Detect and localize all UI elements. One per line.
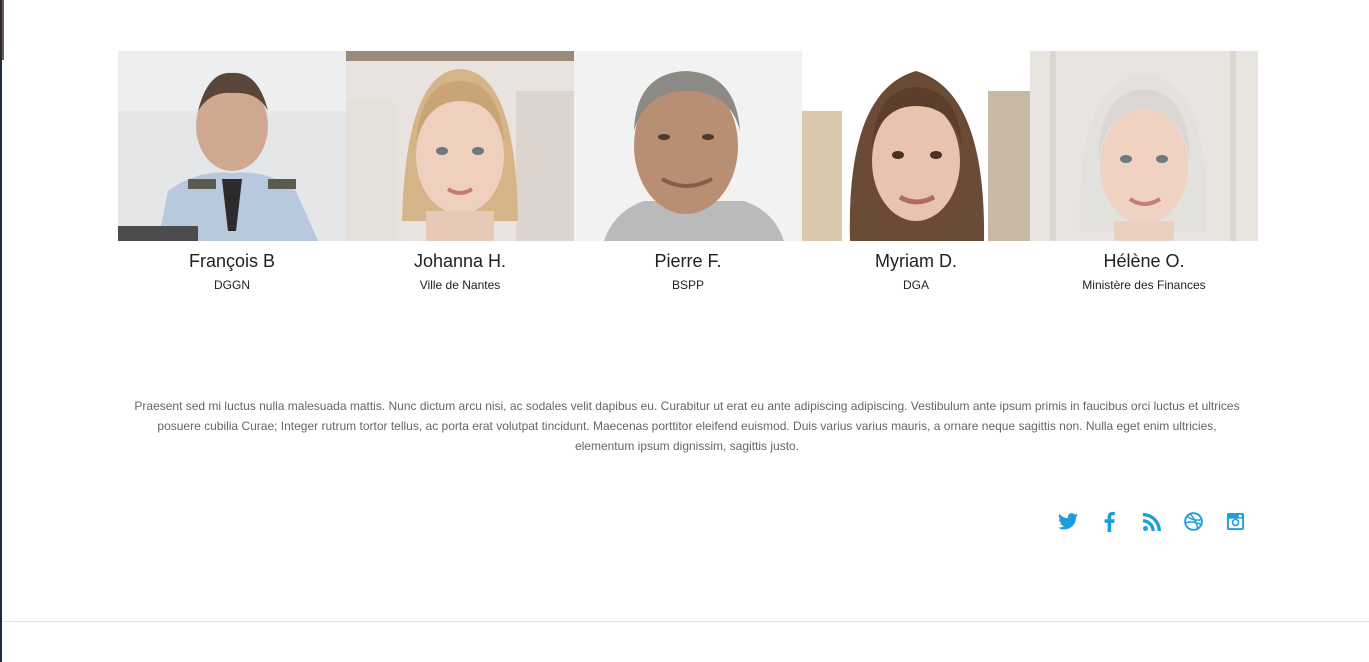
rss-icon[interactable]: [1140, 510, 1163, 533]
member-photo: [574, 51, 802, 241]
member-photo: [118, 51, 346, 241]
instagram-icon[interactable]: [1224, 510, 1247, 533]
member-name: Pierre F.: [654, 251, 722, 271]
member-name: François B: [188, 251, 276, 271]
member-organization: Ville de Nantes: [419, 278, 501, 292]
member-photo: [1030, 51, 1258, 241]
member-photo: [346, 51, 574, 241]
facebook-icon[interactable]: [1098, 510, 1121, 533]
twitter-icon[interactable]: [1056, 510, 1079, 533]
member-organization: DGGN: [214, 278, 250, 292]
team-grid: François B DGGN Johanna H. Ville de Nant…: [118, 51, 1258, 292]
member-name: Hélène O.: [1103, 251, 1185, 271]
footer-divider: [2, 621, 1369, 622]
member-name: Johanna H.: [413, 251, 507, 271]
member-name: Myriam D.: [875, 251, 957, 271]
intro-paragraph: Praesent sed mi luctus nulla malesuada m…: [134, 399, 1240, 453]
member-photo: [802, 51, 1030, 241]
member-organization: Ministère des Finances: [1082, 278, 1206, 292]
page: François B DGGN Johanna H. Ville de Nant…: [0, 0, 1369, 662]
dribbble-icon[interactable]: [1182, 510, 1205, 533]
team-member-card: Hélène O. Ministère des Finances: [1030, 51, 1258, 292]
team-member-card: Pierre F. BSPP: [574, 51, 802, 292]
left-edge-accent: [2, 0, 4, 60]
member-organization: BSPP: [671, 278, 704, 292]
team-member-card: Johanna H. Ville de Nantes: [346, 51, 574, 292]
social-links: [1056, 510, 1247, 533]
team-member-card: François B DGGN: [118, 51, 346, 292]
member-organization: DGA: [902, 278, 929, 292]
team-member-card: Myriam D. DGA: [802, 51, 1030, 292]
